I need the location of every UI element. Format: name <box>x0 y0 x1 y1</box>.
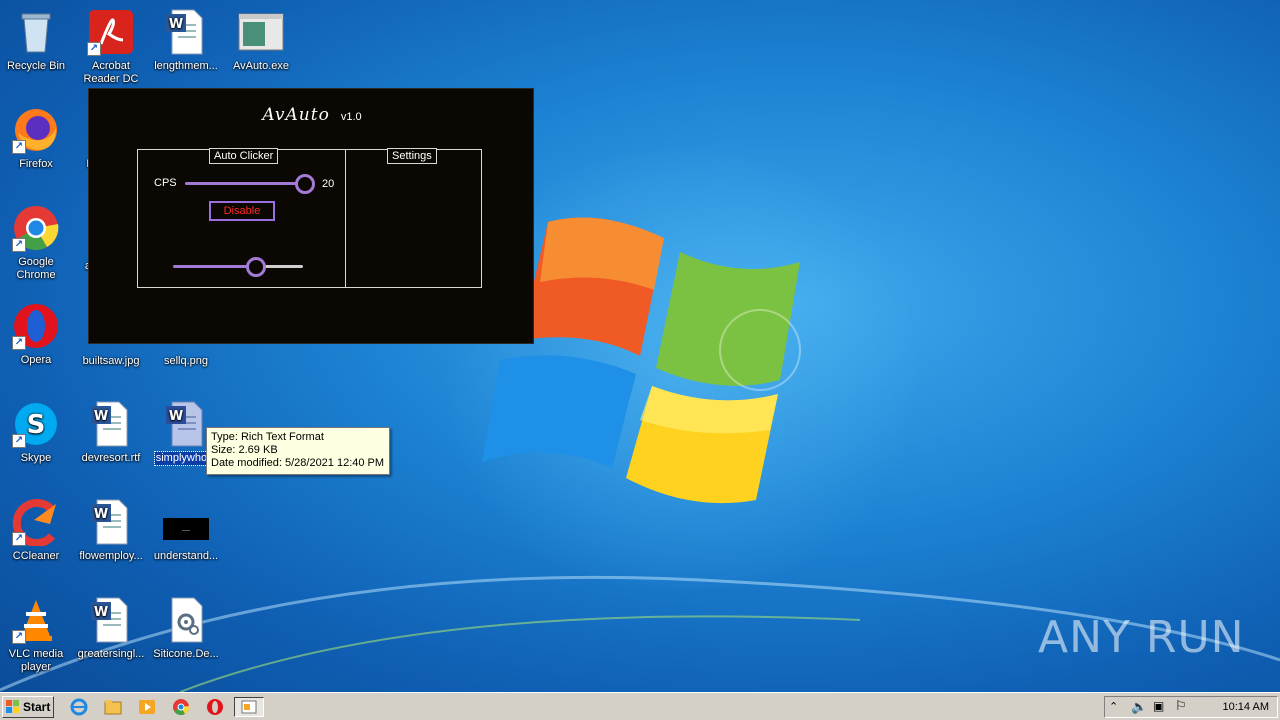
desktop-icon-understand[interactable]: understand... <box>148 498 224 563</box>
ie-icon[interactable] <box>68 697 90 717</box>
file-info-tooltip: Type: Rich Text Format Size: 2.69 KB Dat… <box>206 427 390 475</box>
desktop-icon-avauto[interactable]: AvAuto.exe <box>223 8 299 73</box>
start-label: Start <box>23 700 51 714</box>
anyrun-watermark: ANY RUN <box>1038 612 1245 663</box>
word-document-icon: W <box>162 400 210 448</box>
cps-value: 20 <box>322 178 335 190</box>
desktop-icon-flowemploy[interactable]: W flowemploy... <box>73 498 149 563</box>
shortcut-arrow-icon: ↗ <box>12 140 26 154</box>
app-version: v1.0 <box>340 111 362 123</box>
tooltip-type: Type: Rich Text Format <box>211 431 324 443</box>
shortcut-arrow-icon: ↗ <box>12 238 26 252</box>
svg-text:W: W <box>94 409 108 424</box>
tooltip-size: Size: 2.69 KB <box>211 444 278 456</box>
start-button[interactable]: Start <box>2 696 54 718</box>
network-icon[interactable]: ▣ <box>1153 699 1164 713</box>
desktop-icon-firefox[interactable]: ↗ Firefox <box>0 106 74 171</box>
settings-panel <box>345 149 482 288</box>
recycle-bin-icon <box>12 8 60 56</box>
svg-text:S: S <box>27 410 46 440</box>
desktop-icon-acrobat[interactable]: ↗ Acrobat Reader DC <box>73 8 149 86</box>
explorer-icon[interactable] <box>102 697 124 717</box>
opera-icon[interactable] <box>204 697 226 717</box>
svg-text:W: W <box>94 605 108 620</box>
shortcut-arrow-icon: ↗ <box>12 434 26 448</box>
secondary-slider-track[interactable] <box>173 265 303 268</box>
desktop-icon-recycle-bin[interactable]: Recycle Bin <box>0 8 74 73</box>
image-thumbnail-icon <box>162 498 210 546</box>
desktop-icon-opera[interactable]: ↗ Opera <box>0 302 74 367</box>
cps-label: CPS <box>154 177 177 189</box>
show-hidden-icons[interactable]: ⌃ <box>1109 700 1118 713</box>
desktop-icon-vlc[interactable]: ↗ VLC media player <box>0 596 74 674</box>
application-window-icon <box>237 8 285 56</box>
avauto-window: AvAuto v1.0 Auto Clicker Settings CPS 20… <box>88 88 534 344</box>
desktop-icon-ccleaner[interactable]: ↗ CCleaner <box>0 498 74 563</box>
desktop-icon-devresort[interactable]: W devresort.rtf <box>73 400 149 465</box>
firefox-icon: ↗ <box>12 106 60 154</box>
taskbar: Start ⌃ 🔈 ▣ ⚐ 10:14 AM <box>0 692 1280 720</box>
word-document-icon: W <box>87 400 135 448</box>
windows-flag-icon <box>6 700 19 713</box>
svg-text:W: W <box>169 409 183 424</box>
desktop-icon-siticone[interactable]: Siticone.De... <box>148 596 224 661</box>
avauto-icon[interactable] <box>234 697 264 717</box>
ccleaner-icon: ↗ <box>12 498 60 547</box>
skype-icon: S ↗ <box>12 400 60 448</box>
word-document-icon: W <box>87 596 135 644</box>
volume-icon[interactable]: 🔈 <box>1131 699 1147 715</box>
shortcut-arrow-icon: ↗ <box>87 42 101 56</box>
disable-button[interactable]: Disable <box>209 201 275 221</box>
cps-slider-handle[interactable] <box>295 174 315 194</box>
secondary-slider-handle[interactable] <box>246 257 266 277</box>
word-document-icon: W <box>162 8 210 56</box>
svg-text:W: W <box>94 507 108 522</box>
app-name: AvAuto <box>262 105 330 125</box>
chrome-icon: ↗ <box>12 204 60 252</box>
desktop-icon-skype[interactable]: S ↗ Skype <box>0 400 74 465</box>
shortcut-arrow-icon: ↗ <box>12 630 26 644</box>
tab-settings[interactable]: Settings <box>387 148 437 164</box>
desktop-icon-google-chrome[interactable]: ↗ Google Chrome <box>0 204 74 282</box>
chrome-icon[interactable] <box>170 697 192 717</box>
cps-slider-track[interactable] <box>185 182 305 185</box>
vlc-icon: ↗ <box>12 596 60 644</box>
word-document-icon: W <box>87 498 135 546</box>
config-file-icon <box>162 596 210 644</box>
shortcut-arrow-icon: ↗ <box>12 532 26 546</box>
tooltip-modified: Date modified: 5/28/2021 12:40 PM <box>211 457 385 469</box>
app-title: AvAuto v1.0 <box>89 105 535 125</box>
action-center-flag-icon[interactable]: ⚐ <box>1175 698 1187 714</box>
shortcut-arrow-icon: ↗ <box>12 336 26 350</box>
media-player-icon[interactable] <box>136 697 158 717</box>
opera-icon: ↗ <box>12 302 60 350</box>
system-tray: ⌃ 🔈 ▣ ⚐ 10:14 AM <box>1104 696 1278 718</box>
svg-text:W: W <box>169 17 183 32</box>
desktop-icon-lengthmem[interactable]: W lengthmem... <box>148 8 224 73</box>
acrobat-icon: ↗ <box>87 8 135 56</box>
tab-auto-clicker[interactable]: Auto Clicker <box>209 148 279 164</box>
desktop-icon-greatersingl[interactable]: W greatersingl... <box>73 596 149 661</box>
clock[interactable]: 10:14 AM <box>1223 701 1269 713</box>
